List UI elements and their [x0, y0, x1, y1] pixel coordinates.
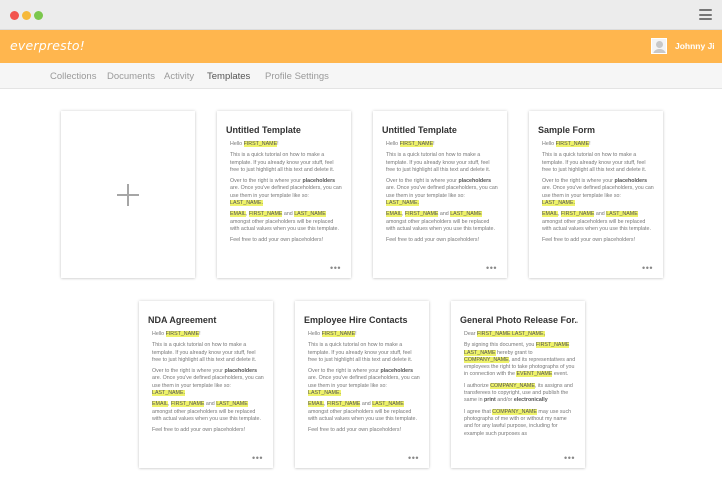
nav-item-activity[interactable]: Activity [164, 71, 194, 82]
template-card[interactable]: General Photo Release For... Dear FIRST_… [451, 301, 585, 468]
template-preview: Hello FIRST_NAME! This is a quick tutori… [230, 141, 342, 244]
template-preview: Hello FIRST_NAME! This is a quick tutori… [386, 141, 498, 244]
nav-item-documents[interactable]: Documents [107, 71, 155, 82]
template-title: Untitled Template [226, 125, 301, 135]
template-preview: Hello FIRST_NAME! This is a quick tutori… [308, 331, 420, 434]
template-card[interactable]: Sample Form Hello FIRST_NAME! This is a … [529, 111, 663, 278]
template-title: Sample Form [538, 125, 596, 135]
nav-item-collections[interactable]: Collections [50, 71, 96, 82]
nav-item-profile-settings[interactable]: Profile Settings [265, 71, 329, 82]
plus-icon [117, 183, 139, 206]
ellipsis-icon[interactable]: ••• [408, 454, 419, 463]
template-title: General Photo Release For... [460, 315, 578, 325]
template-card[interactable]: Untitled Template Hello FIRST_NAME! This… [217, 111, 351, 278]
template-card[interactable]: NDA Agreement Hello FIRST_NAME! This is … [139, 301, 273, 468]
logo[interactable]: everpresto! [10, 38, 85, 53]
template-title: Untitled Template [382, 125, 457, 135]
ellipsis-icon[interactable]: ••• [330, 264, 341, 273]
new-template-card[interactable] [61, 111, 195, 278]
template-title: NDA Agreement [148, 315, 217, 325]
close-window-button[interactable] [10, 11, 19, 20]
ellipsis-icon[interactable]: ••• [252, 454, 263, 463]
template-preview: Hello FIRST_NAME! This is a quick tutori… [542, 141, 654, 244]
ellipsis-icon[interactable]: ••• [564, 454, 575, 463]
minimize-window-button[interactable] [22, 11, 31, 20]
user-name[interactable]: Johnny Ji [675, 41, 715, 51]
maximize-window-button[interactable] [34, 11, 43, 20]
template-preview: Hello FIRST_NAME! This is a quick tutori… [152, 331, 264, 434]
ellipsis-icon[interactable]: ••• [642, 264, 653, 273]
ellipsis-icon[interactable]: ••• [486, 264, 497, 273]
window-titlebar [0, 0, 722, 30]
templates-grid: Untitled Template Hello FIRST_NAME! This… [0, 89, 722, 500]
template-card[interactable]: Untitled Template Hello FIRST_NAME! This… [373, 111, 507, 278]
hamburger-menu-icon[interactable] [699, 9, 712, 20]
main-nav: Collections Documents Activity Templates… [0, 63, 722, 89]
avatar[interactable] [651, 38, 667, 54]
template-title: Employee Hire Contacts [304, 315, 408, 325]
template-preview: Dear FIRST_NAME LAST_NAME, By signing th… [464, 331, 576, 437]
app-header: everpresto! Johnny Ji [0, 30, 722, 63]
nav-item-templates[interactable]: Templates [207, 71, 250, 82]
template-card[interactable]: Employee Hire Contacts Hello FIRST_NAME!… [295, 301, 429, 468]
